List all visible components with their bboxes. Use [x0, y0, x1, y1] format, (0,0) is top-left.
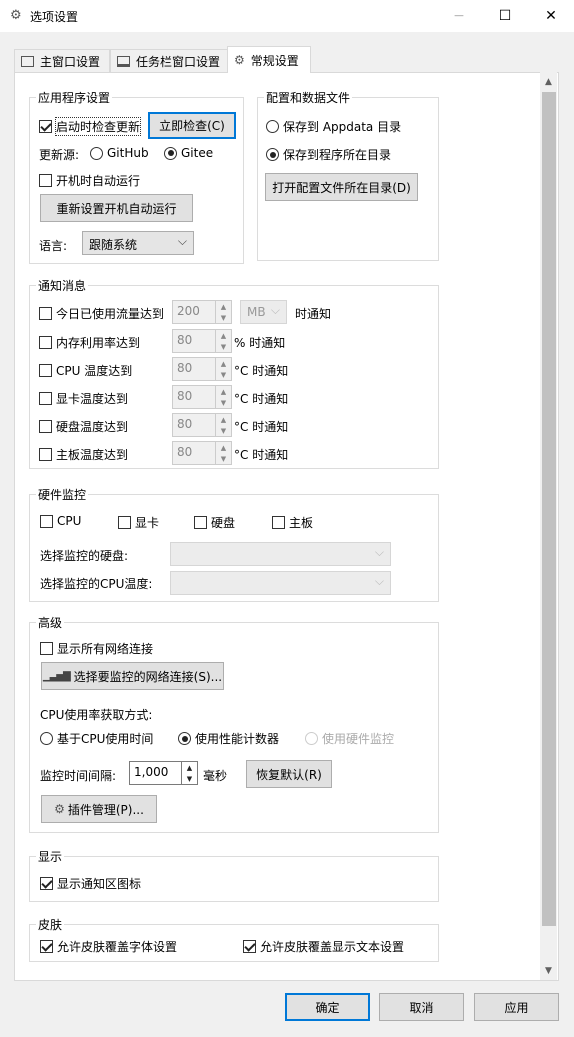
group-notifications: 通知消息 今日已使用流量达到 200 ▲▼ MB 时通知 内存利用率达到 80 …	[29, 277, 439, 469]
taskbar-icon	[117, 55, 130, 67]
show-tray-icon-checkbox[interactable]: 显示通知区图标	[40, 875, 141, 892]
tab-label: 任务栏窗口设置	[136, 54, 221, 69]
cpu-temp-notify-checkbox[interactable]: CPU 温度达到	[39, 362, 132, 379]
traffic-value-spinner[interactable]: 200 ▲ ▼	[172, 300, 232, 324]
cpu-method-label: CPU使用率获取方式:	[40, 708, 153, 722]
spinner-arrows-icon: ▲ ▼	[215, 442, 231, 464]
restore-default-button[interactable]: 恢复默认(R)	[246, 760, 332, 788]
check-now-button[interactable]: 立即检查(C)	[148, 112, 236, 139]
spinner-arrows-icon: ▲ ▼	[215, 301, 231, 323]
interval-spinner[interactable]: 1,000 ▲ ▼	[129, 761, 198, 785]
tab-label: 主窗口设置	[40, 54, 101, 69]
language-label: 语言:	[39, 239, 68, 253]
open-config-dir-button[interactable]: 打开配置文件所在目录(D)	[265, 173, 418, 201]
language-select[interactable]: 跟随系统	[82, 231, 194, 255]
check-update-checkbox[interactable]: 启动时检查更新	[39, 117, 142, 136]
traffic-suffix: 时通知	[295, 307, 332, 321]
group-display: 显示 显示通知区图标	[29, 848, 439, 902]
update-source-label: 更新源:	[39, 148, 80, 162]
group-app-settings: 应用程序设置 启动时检查更新 立即检查(C) 更新源: GitHub Gitee…	[29, 89, 244, 264]
group-advanced: 高级 显示所有网络连接 ▁▃▅▇ 选择要监控的网络连接(S)... CPU使用率…	[29, 614, 439, 833]
hw-hdd-checkbox[interactable]: 硬盘	[194, 514, 235, 531]
window-icon	[21, 55, 34, 67]
group-hardware-monitor: 硬件监控 CPU 显卡 硬盘 主板 选择监控的硬盘: 选择监控的CPU温度:	[29, 486, 439, 602]
autorun-checkbox[interactable]: 开机时自动运行	[39, 172, 140, 189]
select-disk-dropdown[interactable]	[170, 542, 391, 566]
plugin-manage-button[interactable]: ⚙ 插件管理(P)...	[41, 795, 157, 823]
hdd-temp-notify-checkbox[interactable]: 硬盘温度达到	[39, 418, 128, 435]
memory-notify-checkbox[interactable]: 内存利用率达到	[39, 334, 140, 351]
cpu-temp-suffix: °C 时通知	[234, 364, 289, 378]
group-title: 显示	[36, 848, 65, 865]
traffic-notify-checkbox[interactable]: 今日已使用流量达到	[39, 305, 164, 322]
reset-autorun-button[interactable]: 重新设置开机自动运行	[40, 194, 193, 222]
tab-main-window[interactable]: 主窗口设置	[14, 49, 110, 72]
gear-icon: ⚙	[10, 8, 22, 23]
window-title: 选项设置	[30, 10, 79, 24]
cancel-button[interactable]: 取消	[379, 993, 464, 1021]
signal-bars-icon: ▁▃▅▇	[42, 670, 71, 682]
show-all-net-checkbox[interactable]: 显示所有网络连接	[40, 640, 153, 657]
scroll-down-icon[interactable]: ▼	[540, 962, 557, 979]
tab-strip: 主窗口设置 任务栏窗口设置 ⚙ 常规设置	[14, 46, 559, 73]
allow-skin-text-checkbox[interactable]: 允许皮肤覆盖显示文本设置	[243, 938, 404, 955]
source-github-radio[interactable]: GitHub	[90, 146, 149, 160]
select-disk-label: 选择监控的硬盘:	[40, 549, 129, 563]
memory-value-spinner[interactable]: 80 ▲ ▼	[172, 329, 232, 353]
spinner-arrows-icon: ▲ ▼	[215, 358, 231, 380]
spinner-arrows-icon: ▲ ▼	[215, 386, 231, 408]
gpu-temp-spinner[interactable]: 80 ▲ ▼	[172, 385, 232, 409]
select-cpu-temp-dropdown[interactable]	[170, 571, 391, 595]
ok-button[interactable]: 确定	[285, 993, 370, 1021]
allow-skin-font-checkbox[interactable]: 允许皮肤覆盖字体设置	[40, 938, 177, 955]
group-title: 硬件监控	[36, 486, 89, 503]
tab-taskbar-window[interactable]: 任务栏窗口设置	[110, 49, 228, 72]
source-gitee-radio[interactable]: Gitee	[164, 146, 213, 160]
gear-icon: ⚙	[234, 53, 245, 67]
save-program-radio[interactable]: 保存到程序所在目录	[266, 146, 391, 163]
group-skin: 皮肤 允许皮肤覆盖字体设置 允许皮肤覆盖显示文本设置	[29, 916, 439, 962]
mainboard-temp-notify-checkbox[interactable]: 主板温度达到	[39, 446, 128, 463]
puzzle-icon: ⚙	[54, 802, 65, 816]
help-icon: −	[453, 8, 465, 24]
spinner-arrows-icon: ▲ ▼	[181, 762, 197, 784]
close-button[interactable]: ✕	[528, 0, 574, 32]
select-cpu-temp-label: 选择监控的CPU温度:	[40, 577, 153, 591]
mainboard-temp-spinner[interactable]: 80 ▲ ▼	[172, 441, 232, 465]
hw-cpu-checkbox[interactable]: CPU	[40, 514, 81, 528]
select-net-button[interactable]: ▁▃▅▇ 选择要监控的网络连接(S)...	[41, 662, 224, 690]
spinner-arrows-icon: ▲ ▼	[215, 330, 231, 352]
traffic-unit-select[interactable]: MB	[240, 300, 287, 324]
group-title: 皮肤	[36, 916, 65, 933]
maximize-button[interactable]: ☐	[482, 0, 528, 32]
hw-monitor-radio[interactable]: 使用硬件监控	[305, 730, 394, 747]
interval-unit: 毫秒	[203, 769, 228, 783]
cpu-temp-spinner[interactable]: 80 ▲ ▼	[172, 357, 232, 381]
apply-button[interactable]: 应用	[474, 993, 559, 1021]
group-title: 通知消息	[36, 277, 89, 294]
group-title: 配置和数据文件	[264, 89, 353, 106]
hdd-temp-spinner[interactable]: 80 ▲ ▼	[172, 413, 232, 437]
gpu-temp-suffix: °C 时通知	[234, 392, 289, 406]
scrollbar-thumb[interactable]	[542, 92, 556, 926]
memory-suffix: % 时通知	[234, 336, 286, 350]
mainboard-temp-suffix: °C 时通知	[234, 448, 289, 462]
hw-gpu-checkbox[interactable]: 显卡	[118, 514, 159, 531]
tab-general[interactable]: ⚙ 常规设置	[227, 46, 311, 73]
gpu-temp-notify-checkbox[interactable]: 显卡温度达到	[39, 390, 128, 407]
interval-label: 监控时间间隔:	[40, 769, 117, 783]
group-title: 应用程序设置	[36, 89, 113, 106]
group-config: 配置和数据文件 保存到 Appdata 目录 保存到程序所在目录 打开配置文件所…	[257, 89, 439, 261]
tab-label: 常规设置	[250, 53, 299, 68]
spinner-arrows-icon: ▲ ▼	[215, 414, 231, 436]
hw-mainboard-checkbox[interactable]: 主板	[272, 514, 313, 531]
save-appdata-radio[interactable]: 保存到 Appdata 目录	[266, 118, 401, 135]
group-title: 高级	[36, 614, 65, 631]
hdd-temp-suffix: °C 时通知	[234, 420, 289, 434]
cpu-time-radio[interactable]: 基于CPU使用时间	[40, 730, 153, 747]
scroll-up-icon[interactable]: ▲	[540, 73, 557, 90]
perf-counter-radio[interactable]: 使用性能计数器	[178, 730, 279, 747]
